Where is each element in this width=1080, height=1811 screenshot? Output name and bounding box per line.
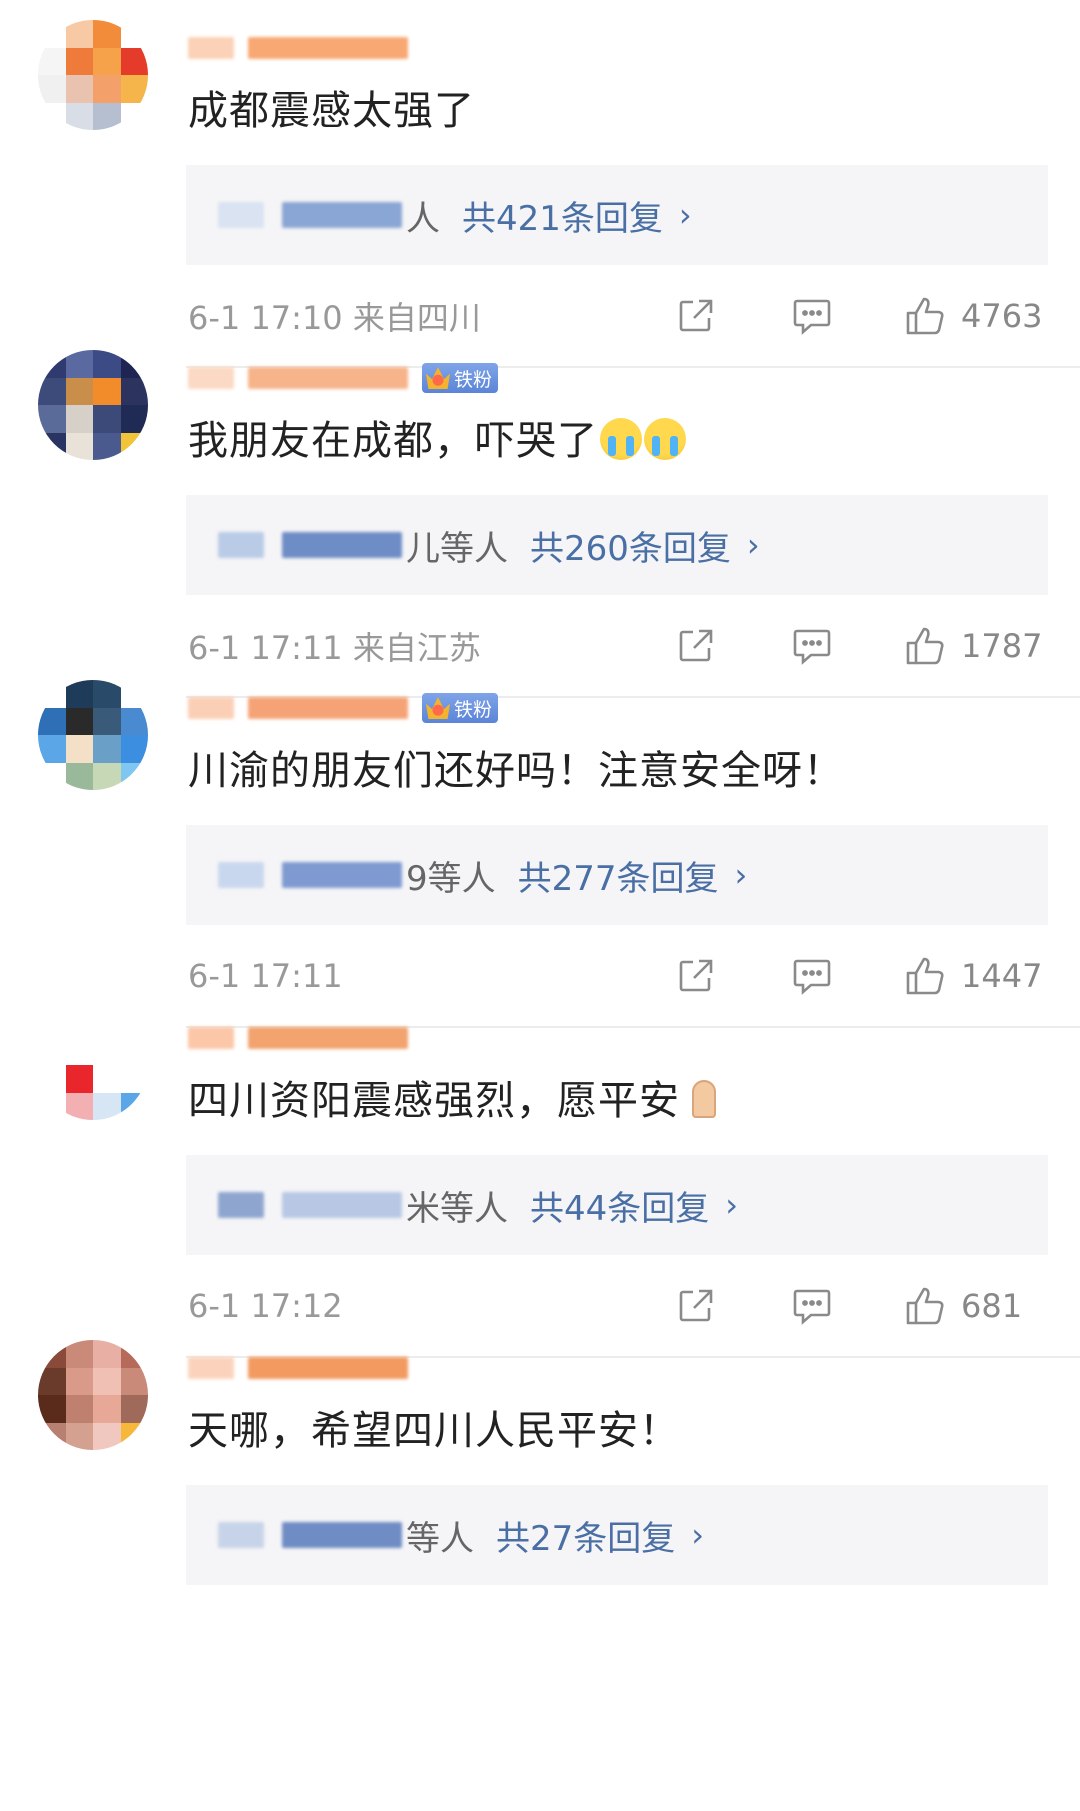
crying-emoji-icon <box>600 418 642 460</box>
comment-text-body: 我朋友在成都，吓哭了 <box>188 418 598 464</box>
avatar[interactable] <box>38 1010 148 1120</box>
comment-text: 川渝的朋友们还好吗！注意安全呀！ <box>188 738 844 796</box>
reply-username-blurred <box>282 532 402 558</box>
reply-username-blurred <box>218 862 264 888</box>
reply-usernames <box>218 1522 402 1548</box>
comment-text: 我朋友在成都，吓哭了 <box>188 408 686 466</box>
comment-text: 天哪，希望四川人民平安！ <box>188 1398 680 1456</box>
reply-username-blurred <box>282 862 402 888</box>
chevron-right-icon[interactable]: › <box>735 856 748 894</box>
reply-count-link[interactable]: 共27条回复 <box>496 1511 675 1560</box>
reply-username-blurred <box>282 1522 402 1548</box>
reply-username-blurred <box>218 202 264 228</box>
comment-text: 四川资阳震感强烈，愿平安 <box>188 1068 726 1126</box>
reply-usernames <box>218 862 402 888</box>
username-blurred[interactable] <box>188 37 234 59</box>
reply-count-link[interactable]: 共44条回复 <box>530 1181 709 1230</box>
fan-badge: 铁粉 <box>422 693 499 723</box>
reply-usernames <box>218 202 402 228</box>
crown-icon <box>424 695 452 721</box>
comment-item: 天哪，希望四川人民平安！ 等人 共27条回复 › <box>0 1320 1080 1700</box>
comment-text-body: 川渝的朋友们还好吗！注意安全呀！ <box>188 748 844 794</box>
comment-text-body: 四川资阳震感强烈，愿平安 <box>188 1078 680 1124</box>
chevron-right-icon[interactable]: › <box>679 196 692 234</box>
fan-badge-label: 铁粉 <box>454 698 493 721</box>
comment-text-body: 成都震感太强了 <box>188 88 475 134</box>
username-row[interactable]: 铁粉 <box>188 360 499 396</box>
username-blurred[interactable] <box>248 1357 408 1379</box>
avatar[interactable] <box>38 20 148 130</box>
reply-username-blurred <box>282 202 402 228</box>
username-row[interactable]: 铁粉 <box>188 690 499 726</box>
chevron-right-icon[interactable]: › <box>691 1516 704 1554</box>
crown-icon <box>424 365 452 391</box>
username-row[interactable] <box>188 30 408 66</box>
chevron-right-icon[interactable]: › <box>747 526 760 564</box>
username-blurred[interactable] <box>248 1027 408 1049</box>
username-blurred[interactable] <box>188 697 234 719</box>
reply-username-blurred <box>282 1192 402 1218</box>
reply-preview[interactable]: 儿等人 共260条回复 › <box>186 495 1048 595</box>
comment-item: 四川资阳震感强烈，愿平安 米等人 共44条回复 › 6-1 17:12 681 <box>0 990 1080 1370</box>
reply-suffix: 儿等人 <box>406 528 508 569</box>
comment-text: 成都震感太强了 <box>188 78 475 136</box>
chevron-right-icon[interactable]: › <box>725 1186 738 1224</box>
username-row[interactable] <box>188 1350 408 1386</box>
username-blurred[interactable] <box>248 367 408 389</box>
reply-suffix: 9等人 <box>406 858 496 899</box>
reply-count-link[interactable]: 共421条回复 <box>462 191 663 240</box>
reply-username-blurred <box>218 532 264 558</box>
reply-username-blurred <box>218 1192 264 1218</box>
avatar[interactable] <box>38 1340 148 1450</box>
reply-suffix: 米等人 <box>406 1188 508 1229</box>
comment-item: 铁粉 我朋友在成都，吓哭了 儿等人 共260条回复 › 6-1 17:11 来自… <box>0 330 1080 710</box>
username-blurred[interactable] <box>248 37 408 59</box>
fan-badge-label: 铁粉 <box>454 368 493 391</box>
reply-count-link[interactable]: 共277条回复 <box>518 851 719 900</box>
reply-count-link[interactable]: 共260条回复 <box>530 521 731 570</box>
crying-emoji-icon <box>644 418 686 460</box>
username-blurred[interactable] <box>188 1027 234 1049</box>
username-blurred[interactable] <box>248 697 408 719</box>
username-blurred[interactable] <box>188 1357 234 1379</box>
reply-username-blurred <box>218 1522 264 1548</box>
praying-hands-emoji-icon <box>682 1076 726 1120</box>
username-blurred[interactable] <box>188 367 234 389</box>
reply-usernames <box>218 1192 402 1218</box>
avatar[interactable] <box>38 350 148 460</box>
reply-suffix: 人 <box>406 198 440 239</box>
username-row[interactable] <box>188 1020 408 1056</box>
reply-preview[interactable]: 米等人 共44条回复 › <box>186 1155 1048 1255</box>
reply-preview[interactable]: 9等人 共277条回复 › <box>186 825 1048 925</box>
comment-text-body: 天哪，希望四川人民平安！ <box>188 1408 680 1454</box>
reply-preview[interactable]: 等人 共27条回复 › <box>186 1485 1048 1585</box>
reply-usernames <box>218 532 402 558</box>
avatar[interactable] <box>38 680 148 790</box>
reply-suffix: 等人 <box>406 1518 474 1559</box>
comment-item: 成都震感太强了 人 共421条回复 › 6-1 17:10 来自四川 4763 <box>0 0 1080 380</box>
fan-badge: 铁粉 <box>422 363 499 393</box>
comment-item: 铁粉 川渝的朋友们还好吗！注意安全呀！ 9等人 共277条回复 › 6-1 17… <box>0 660 1080 1040</box>
reply-preview[interactable]: 人 共421条回复 › <box>186 165 1048 265</box>
